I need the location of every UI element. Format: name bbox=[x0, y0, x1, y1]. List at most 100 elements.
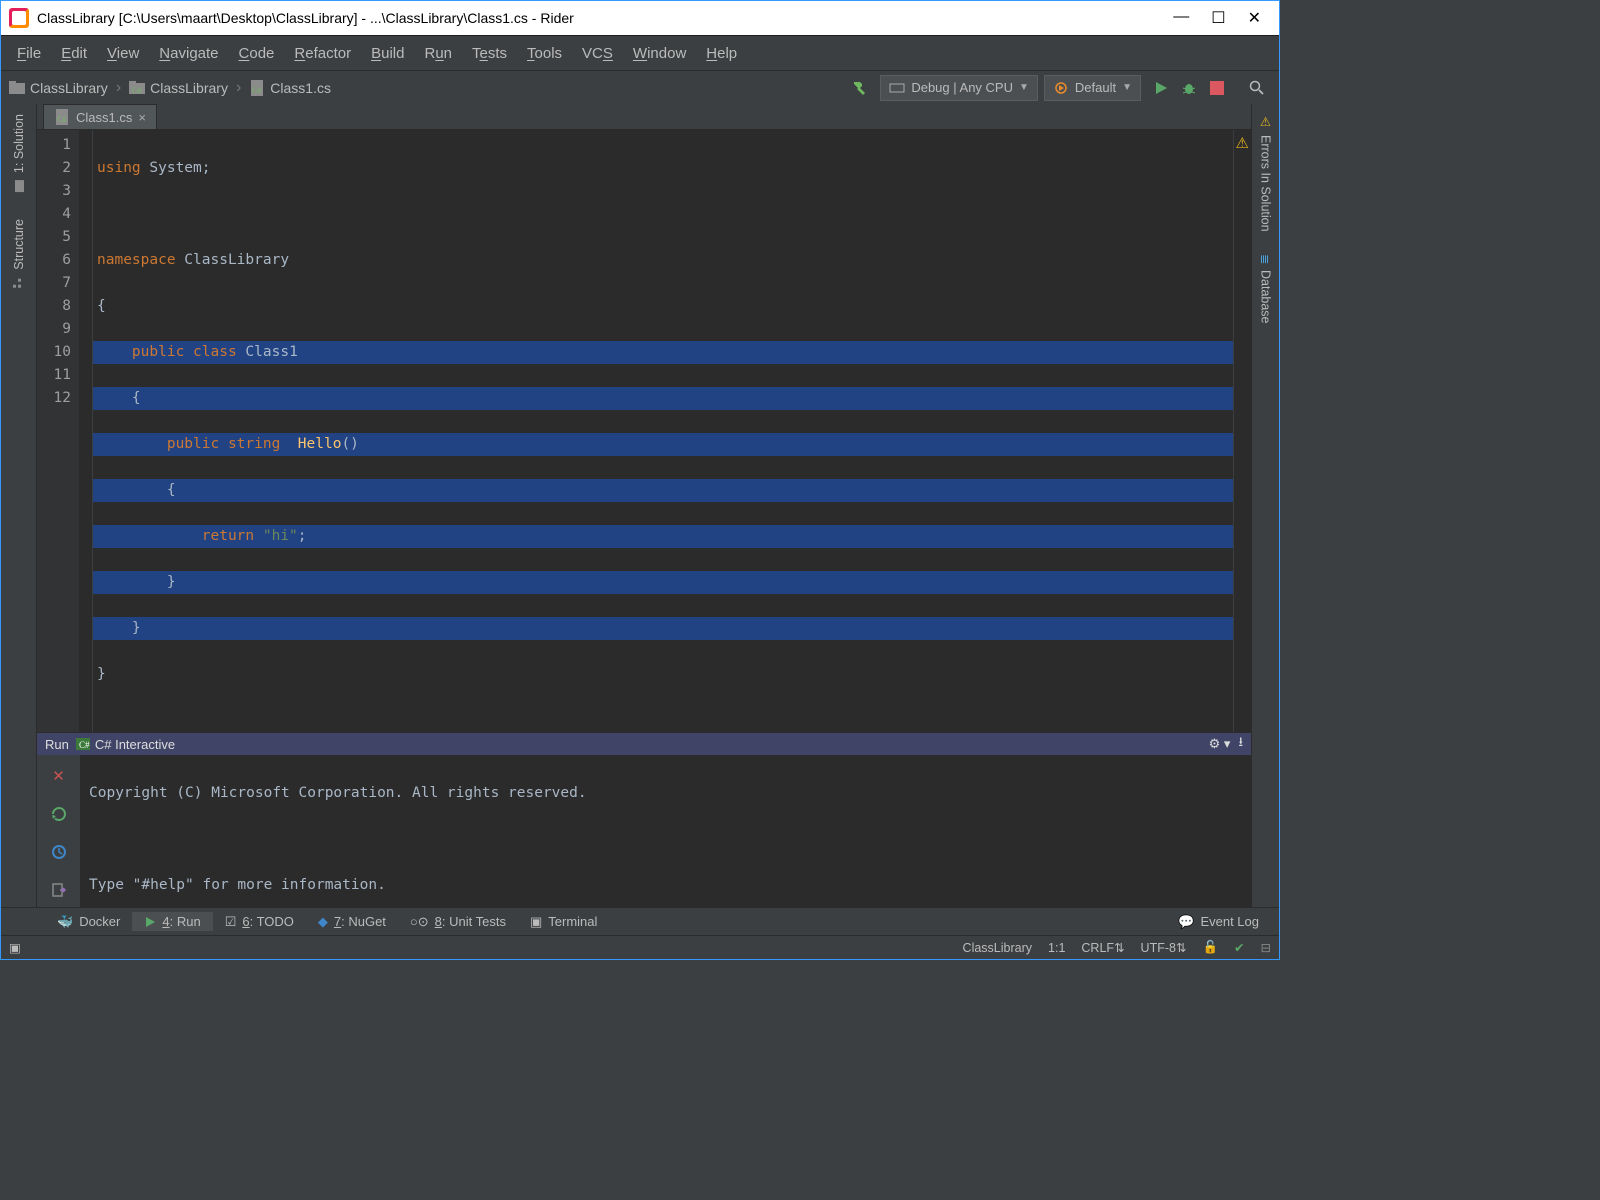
bug-icon bbox=[1181, 80, 1197, 96]
docker-icon: 🐳 bbox=[57, 914, 73, 930]
structure-icon bbox=[12, 276, 26, 290]
left-tool-stripe: 1: Solution Structure bbox=[1, 104, 37, 907]
code-editor[interactable]: 123456789101112 using System; namespace … bbox=[37, 130, 1251, 732]
tool-hide-button[interactable]: ⭳ bbox=[1238, 733, 1243, 755]
bottom-tab-todo[interactable]: ☑6: TODO bbox=[213, 912, 306, 932]
menu-file[interactable]: File bbox=[7, 41, 51, 66]
minimize-button[interactable]: — bbox=[1173, 8, 1189, 28]
export-icon bbox=[50, 881, 68, 899]
terminal-icon: ▣ bbox=[530, 914, 542, 930]
breadcrumb-separator: › bbox=[116, 79, 121, 97]
bottom-tab-unittests[interactable]: ○⊙8: Unit Tests bbox=[398, 912, 518, 932]
search-icon bbox=[1249, 80, 1265, 96]
tab-close-button[interactable]: × bbox=[138, 110, 146, 125]
bottom-tab-terminal[interactable]: ▣Terminal bbox=[518, 912, 609, 932]
tool-tab-solution[interactable]: 1: Solution bbox=[10, 110, 28, 197]
menu-run[interactable]: Run bbox=[414, 41, 462, 66]
svg-text:C#: C# bbox=[57, 115, 66, 124]
eventlog-icon: 💬 bbox=[1178, 914, 1194, 930]
status-encoding[interactable]: UTF-8⇅ bbox=[1141, 940, 1187, 955]
stop-icon bbox=[1210, 81, 1224, 95]
solution-icon bbox=[9, 81, 25, 95]
window-title: ClassLibrary [C:\Users\maart\Desktop\Cla… bbox=[37, 10, 1173, 26]
menu-tools[interactable]: Tools bbox=[517, 41, 572, 66]
close-button[interactable]: ✕ bbox=[1248, 8, 1261, 28]
build-config-combo[interactable]: Debug | Any CPU ▼ bbox=[880, 75, 1038, 101]
menu-help[interactable]: Help bbox=[696, 41, 747, 66]
status-line-ending[interactable]: CRLF⇅ bbox=[1081, 940, 1124, 955]
build-button[interactable] bbox=[849, 77, 871, 99]
tool-history-button[interactable] bbox=[48, 841, 70, 863]
solution-icon bbox=[12, 179, 26, 193]
menu-view[interactable]: View bbox=[97, 41, 149, 66]
play-icon bbox=[144, 916, 156, 928]
console-line: Copyright (C) Microsoft Corporation. All… bbox=[89, 782, 1243, 805]
csharp-file-icon: C# bbox=[54, 109, 70, 125]
tool-window-run-label: Run bbox=[45, 737, 69, 752]
run-config-icon bbox=[1053, 80, 1069, 96]
status-bar: ▣ ClassLibrary 1:1 CRLF⇅ UTF-8⇅ 🔓 ✔ ⊟ bbox=[1, 935, 1279, 959]
breadcrumb-file[interactable]: C# Class1.cs bbox=[249, 80, 331, 96]
menu-build[interactable]: Build bbox=[361, 41, 414, 66]
tool-windows-button[interactable]: ▣ bbox=[9, 940, 21, 955]
nuget-icon: ◆ bbox=[318, 914, 328, 930]
breadcrumb-solution[interactable]: ClassLibrary bbox=[9, 80, 108, 96]
tool-window-header[interactable]: Run C# C# Interactive ⚙ ▾ ⭳ bbox=[37, 733, 1251, 755]
search-everywhere-button[interactable] bbox=[1246, 77, 1268, 99]
breadcrumb-project[interactable]: C# ClassLibrary bbox=[129, 80, 228, 96]
app-logo-icon bbox=[9, 8, 29, 28]
tab-label: Class1.cs bbox=[76, 110, 132, 125]
breadcrumb: ClassLibrary › C# ClassLibrary › C# Clas… bbox=[9, 79, 331, 97]
status-lock-icon[interactable]: 🔓 bbox=[1202, 940, 1218, 955]
bottom-tab-run[interactable]: 4: Run bbox=[132, 912, 212, 931]
csharp-interactive-icon: C# bbox=[75, 736, 91, 752]
menu-edit[interactable]: Edit bbox=[51, 41, 97, 66]
right-tool-stripe: ⚠Errors In Solution ≣Database bbox=[1251, 104, 1279, 907]
run-button[interactable] bbox=[1150, 77, 1172, 99]
fold-gutter[interactable] bbox=[79, 130, 93, 732]
menu-window[interactable]: Window bbox=[623, 41, 696, 66]
breadcrumb-separator: › bbox=[236, 79, 241, 97]
status-inspection-icon[interactable]: ✔ bbox=[1234, 940, 1244, 955]
main-area: 1: Solution Structure C# Class1.cs × 123… bbox=[1, 104, 1279, 907]
tool-tab-structure[interactable]: Structure bbox=[10, 215, 28, 294]
svg-text:C#: C# bbox=[79, 740, 90, 750]
bottom-tool-tabs: 🐳Docker 4: Run ☑6: TODO ◆7: NuGet ○⊙8: U… bbox=[1, 907, 1279, 935]
config-icon bbox=[889, 80, 905, 96]
svg-text:C#: C# bbox=[132, 86, 141, 95]
console-line: Type "#help" for more information. bbox=[89, 874, 1243, 897]
maximize-button[interactable]: ☐ bbox=[1211, 8, 1225, 28]
tool-rerun-button[interactable] bbox=[48, 803, 70, 825]
menu-navigate[interactable]: Navigate bbox=[149, 41, 228, 66]
tool-tab-database[interactable]: ≣Database bbox=[1256, 250, 1275, 328]
bottom-tab-nuget[interactable]: ◆7: NuGet bbox=[306, 912, 398, 932]
line-number-gutter: 123456789101112 bbox=[37, 130, 79, 732]
chevron-down-icon: ▼ bbox=[1019, 82, 1029, 93]
stop-button[interactable] bbox=[1206, 77, 1228, 99]
tool-settings-button[interactable]: ⚙ ▾ bbox=[1209, 736, 1231, 752]
interactive-console[interactable]: Copyright (C) Microsoft Corporation. All… bbox=[81, 755, 1251, 907]
code-area[interactable]: using System; namespace ClassLibrary { p… bbox=[93, 130, 1233, 732]
tool-export-button[interactable] bbox=[48, 879, 70, 901]
svg-text:C#: C# bbox=[252, 86, 261, 95]
console-line bbox=[89, 828, 1243, 851]
window-titlebar: ClassLibrary [C:\Users\maart\Desktop\Cla… bbox=[1, 1, 1279, 35]
status-memory-icon[interactable]: ⊟ bbox=[1261, 940, 1271, 955]
menu-tests[interactable]: Tests bbox=[462, 41, 517, 66]
run-config-combo[interactable]: Default ▼ bbox=[1044, 75, 1141, 101]
bottom-tab-eventlog[interactable]: 💬Event Log bbox=[1166, 912, 1271, 932]
tool-tab-errors[interactable]: ⚠Errors In Solution bbox=[1256, 110, 1275, 236]
tool-close-button[interactable]: ✕ bbox=[48, 765, 70, 787]
status-project[interactable]: ClassLibrary bbox=[963, 941, 1032, 955]
debug-button[interactable] bbox=[1178, 77, 1200, 99]
menu-vcs[interactable]: VCS bbox=[572, 41, 623, 66]
history-icon bbox=[50, 843, 68, 861]
editor-marker-bar[interactable]: ⚠ bbox=[1233, 130, 1251, 732]
editor-column: C# Class1.cs × 123456789101112 using Sys… bbox=[37, 104, 1251, 907]
editor-tab[interactable]: C# Class1.cs × bbox=[43, 104, 157, 129]
menu-refactor[interactable]: Refactor bbox=[284, 41, 361, 66]
menu-code[interactable]: Code bbox=[229, 41, 285, 66]
todo-icon: ☑ bbox=[225, 914, 237, 930]
bottom-tab-docker[interactable]: 🐳Docker bbox=[45, 912, 132, 932]
status-caret-position[interactable]: 1:1 bbox=[1048, 941, 1065, 955]
